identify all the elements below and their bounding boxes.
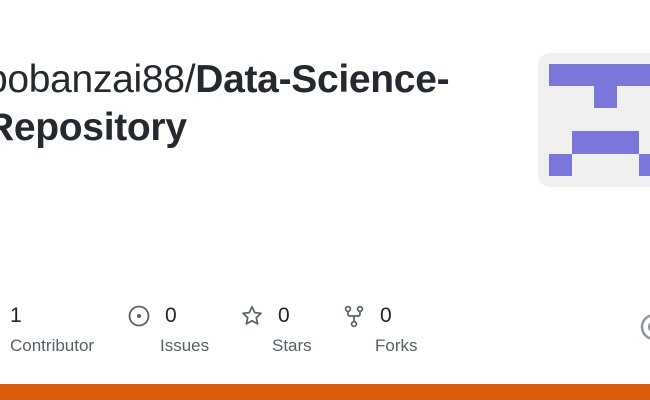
repo-stats: 1 Contributor 0 Issues 0 Stars 0 Forks: [0, 300, 650, 360]
stat-contributors[interactable]: 1 Contributor: [10, 300, 94, 356]
language-bar: [0, 384, 650, 400]
forks-label: Forks: [375, 336, 418, 355]
github-logo-icon: [640, 314, 650, 340]
issues-count: 0: [165, 304, 177, 327]
repository-title[interactable]: bobanzai88/Data-Science-Repository: [0, 56, 506, 152]
contributors-label: Contributor: [10, 336, 95, 355]
issue-opened-icon: [128, 305, 150, 327]
repo-owner[interactable]: bobanzai88: [0, 58, 185, 101]
identicon-icon: [549, 64, 650, 176]
star-icon: [242, 305, 262, 325]
stat-issues[interactable]: 0 Issues: [127, 300, 209, 356]
issues-label: Issues: [160, 336, 210, 355]
repo-forked-icon: [344, 305, 364, 328]
contributors-count: 1: [10, 304, 22, 327]
owner-avatar[interactable]: [538, 53, 650, 187]
forks-count: 0: [380, 304, 392, 327]
stars-label: Stars: [272, 336, 312, 355]
stat-forks[interactable]: 0 Forks: [342, 300, 418, 356]
stat-stars[interactable]: 0 Stars: [240, 300, 312, 356]
repository-social-card: bobanzai88/Data-Science-Repository 1 Con…: [0, 0, 650, 400]
stars-count: 0: [278, 304, 290, 327]
repo-separator: /: [184, 58, 196, 101]
